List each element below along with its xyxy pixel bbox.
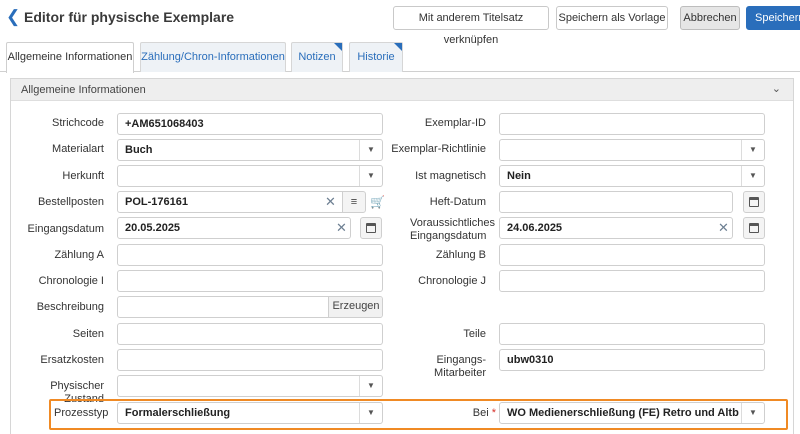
item-id-label: Exemplar-ID bbox=[424, 117, 486, 129]
back-chevron-icon[interactable]: ❮ bbox=[6, 8, 20, 26]
is-magnetic-label: Ist magnetisch bbox=[415, 170, 486, 182]
pages-label: Seiten bbox=[72, 328, 104, 340]
process-type-value: Formalerschließung bbox=[125, 407, 231, 419]
provenance-label: Herkunft bbox=[62, 170, 104, 182]
save-as-template-button[interactable]: Speichern als Vorlage bbox=[556, 6, 668, 30]
item-policy-select[interactable]: ▼ bbox=[499, 139, 765, 161]
expected-receiving-value: 24.06.2025 bbox=[507, 222, 563, 234]
calendar-glyph bbox=[749, 197, 759, 207]
description-label: Beschreibung bbox=[36, 301, 104, 313]
enumeration-a-field[interactable] bbox=[117, 244, 383, 266]
section-header[interactable]: Allgemeine Informationen ⌄ bbox=[11, 79, 793, 101]
dropdown-caret-icon[interactable]: ▼ bbox=[359, 140, 382, 160]
pieces-field[interactable] bbox=[499, 323, 765, 345]
receiving-operator-label: Eingangs-Mitarbeiter bbox=[434, 354, 486, 379]
provenance-select[interactable]: ▼ bbox=[117, 165, 383, 187]
material-type-select[interactable]: Buch ▼ bbox=[117, 139, 383, 161]
corner-indicator-icon bbox=[334, 43, 342, 51]
at-location-select[interactable]: WO Medienerschließung (FE) Retro und Alt… bbox=[499, 402, 765, 424]
po-line-label: Bestellposten bbox=[37, 196, 104, 208]
description-field[interactable]: Erzeugen bbox=[117, 296, 383, 318]
clear-icon[interactable]: ✕ bbox=[336, 220, 347, 236]
enumeration-b-label: Zählung B bbox=[435, 249, 486, 261]
barcode-value: +AM651068403 bbox=[125, 118, 204, 130]
save-button[interactable]: Speichern bbox=[746, 6, 800, 30]
is-magnetic-value: Nein bbox=[507, 170, 531, 182]
barcode-field[interactable]: +AM651068403 bbox=[117, 113, 383, 135]
expected-receiving-label: Voraussichtliches Eingangsdatum bbox=[388, 217, 495, 243]
physical-condition-select[interactable]: ▼ bbox=[117, 375, 383, 397]
item-policy-label: Exemplar-Richtlinie bbox=[391, 143, 486, 155]
pages-field[interactable] bbox=[117, 323, 383, 345]
chronology-j-field[interactable] bbox=[499, 270, 765, 292]
dropdown-caret-icon[interactable]: ▼ bbox=[741, 403, 764, 423]
expected-receiving-label-line1: Voraussichtliches bbox=[410, 217, 495, 229]
at-location-label: Bei * bbox=[440, 407, 496, 420]
process-type-select[interactable]: Formalerschließung ▼ bbox=[117, 402, 383, 424]
receiving-operator-value: ubw0310 bbox=[507, 354, 554, 366]
po-line-value: POL-176161 bbox=[125, 196, 188, 208]
tab-general-info[interactable]: Allgemeine Informationen bbox=[6, 42, 134, 73]
tab-notes-label: Notizen bbox=[298, 51, 336, 63]
tab-history[interactable]: Historie bbox=[349, 42, 403, 72]
dropdown-caret-icon[interactable]: ▼ bbox=[359, 376, 382, 396]
required-mark: * bbox=[491, 407, 496, 419]
barcode-label: Strichcode bbox=[52, 117, 104, 129]
expected-receiving-field[interactable]: 24.06.2025 ✕ bbox=[499, 217, 733, 239]
header: ❮ Editor für physische Exemplare Mit and… bbox=[0, 0, 800, 46]
calendar-glyph bbox=[749, 223, 759, 233]
enumeration-a-label: Zählung A bbox=[54, 249, 104, 261]
pieces-label: Teile bbox=[463, 328, 486, 340]
tab-enumeration-chron[interactable]: Zählung/Chron-Informationen bbox=[140, 42, 286, 72]
clear-icon[interactable]: ✕ bbox=[718, 220, 729, 236]
section-title: Allgemeine Informationen bbox=[21, 84, 146, 96]
corner-indicator-icon bbox=[394, 43, 402, 51]
link-title-record-button[interactable]: Mit anderem Titelsatz verknüpfen bbox=[393, 6, 549, 46]
chronology-i-label: Chronologie I bbox=[38, 275, 104, 287]
is-magnetic-select[interactable]: Nein ▼ bbox=[499, 165, 765, 187]
cart-icon[interactable]: 🛒 bbox=[370, 195, 385, 209]
replacement-cost-label: Ersatzkosten bbox=[40, 354, 104, 366]
page-title: Editor für physische Exemplare bbox=[24, 9, 235, 25]
po-line-field[interactable]: POL-176161 ✕ bbox=[117, 191, 343, 213]
list-icon[interactable]: ≡ bbox=[342, 191, 366, 213]
calendar-glyph bbox=[366, 223, 376, 233]
clear-icon[interactable]: ✕ bbox=[325, 194, 336, 210]
receiving-date-value: 20.05.2025 bbox=[125, 222, 181, 234]
generate-button[interactable]: Erzeugen bbox=[328, 297, 382, 317]
tab-bar: Allgemeine Informationen Zählung/Chron-I… bbox=[0, 42, 800, 73]
process-type-label: Prozesstyp bbox=[54, 407, 109, 419]
receiving-date-field[interactable]: 20.05.2025 ✕ bbox=[117, 217, 351, 239]
at-location-label-text: Bei bbox=[472, 407, 489, 419]
tab-notes[interactable]: Notizen bbox=[291, 42, 343, 72]
tab-history-label: Historie bbox=[357, 51, 395, 63]
chevron-down-icon[interactable]: ⌄ bbox=[772, 82, 781, 95]
dropdown-caret-icon[interactable]: ▼ bbox=[359, 403, 382, 423]
issue-date-label: Heft-Datum bbox=[429, 196, 486, 208]
dropdown-caret-icon[interactable]: ▼ bbox=[359, 166, 382, 186]
calendar-icon[interactable] bbox=[743, 217, 765, 239]
calendar-icon[interactable] bbox=[360, 217, 382, 239]
issue-date-field[interactable] bbox=[499, 191, 733, 213]
chronology-i-field[interactable] bbox=[117, 270, 383, 292]
at-location-value: WO Medienerschließung (FE) Retro und Alt… bbox=[507, 407, 739, 419]
dropdown-caret-icon[interactable]: ▼ bbox=[741, 140, 764, 160]
expected-receiving-label-line2: Eingangsdatum bbox=[410, 230, 487, 242]
cancel-button[interactable]: Abbrechen bbox=[680, 6, 740, 30]
material-type-label: Materialart bbox=[52, 143, 104, 155]
calendar-icon[interactable] bbox=[743, 191, 765, 213]
chronology-j-label: Chronologie J bbox=[418, 275, 486, 287]
receiving-operator-field[interactable]: ubw0310 bbox=[499, 349, 765, 371]
item-id-field[interactable] bbox=[499, 113, 765, 135]
enumeration-b-field[interactable] bbox=[499, 244, 765, 266]
material-type-value: Buch bbox=[125, 144, 153, 156]
replacement-cost-field[interactable] bbox=[117, 349, 383, 371]
dropdown-caret-icon[interactable]: ▼ bbox=[741, 166, 764, 186]
receiving-date-label: Eingangsdatum bbox=[27, 223, 104, 235]
